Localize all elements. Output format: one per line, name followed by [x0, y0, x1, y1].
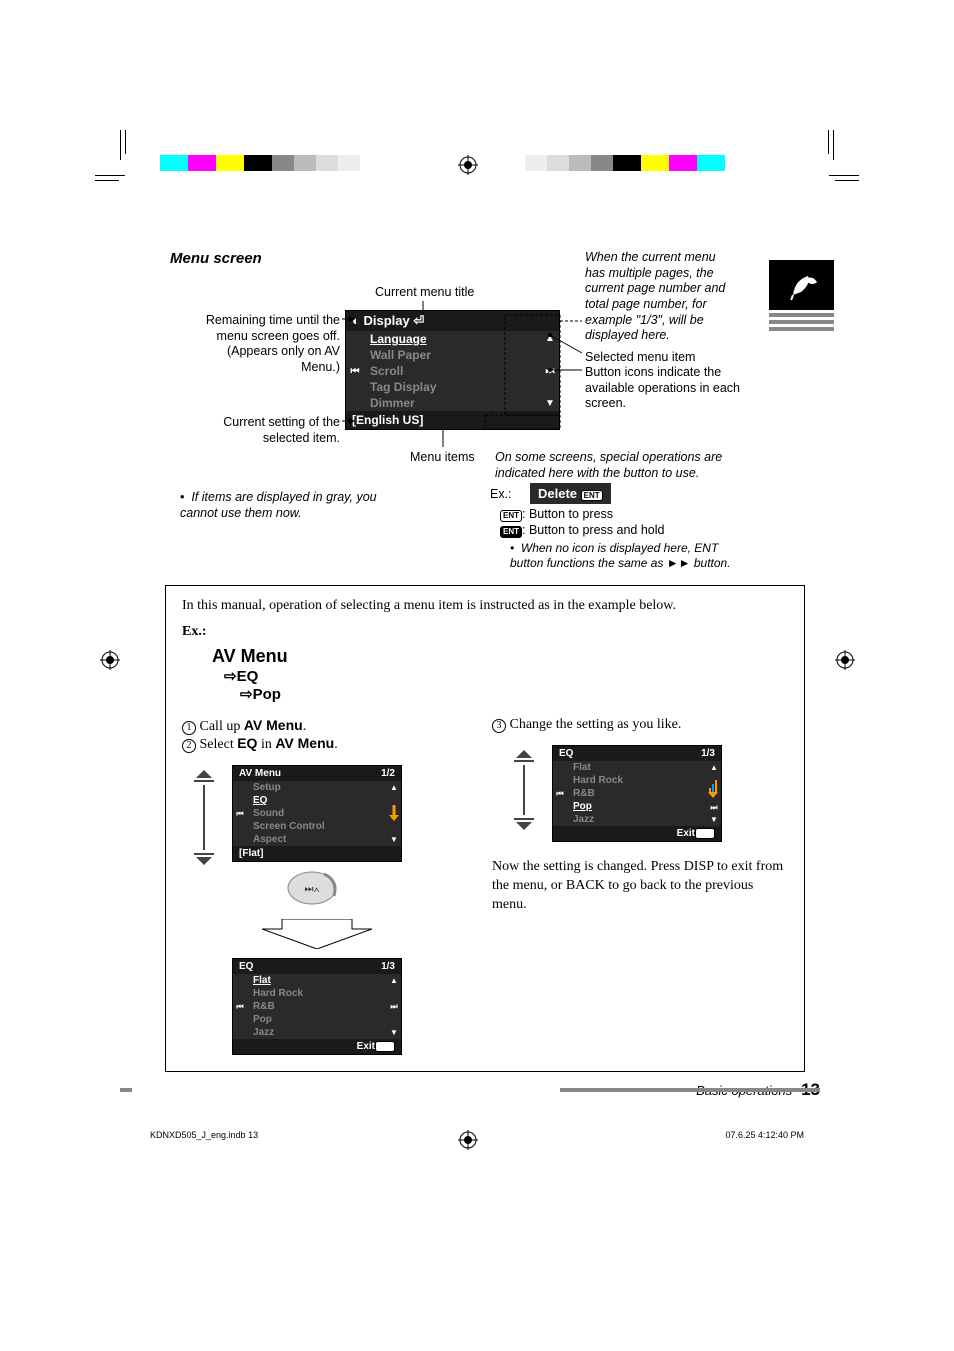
- menu-item-language: Language: [364, 331, 541, 347]
- ent-hold: ENT: Button to press and hold: [500, 523, 664, 539]
- scroll-indicator-2: [510, 750, 538, 835]
- callout-gray-note: • If items are displayed in gray, you ca…: [180, 490, 380, 521]
- menu-item-dimmer: Dimmer: [364, 395, 541, 411]
- big-down-arrow: [262, 919, 462, 954]
- instruction-box: In this manual, operation of selecting a…: [165, 585, 805, 1072]
- display-menu: ◐ Display ⏎ ⏮ Language Wall Paper Scroll…: [345, 310, 560, 430]
- down-arrow-icon: [389, 805, 399, 823]
- ent-press: ENT: Button to press: [500, 507, 613, 523]
- callout-remaining: Remaining time until the menu screen goe…: [185, 313, 340, 376]
- colorbar-right: [525, 155, 725, 171]
- ex-label: Ex.:: [490, 487, 512, 503]
- menu-item-tagdisplay: Tag Display: [364, 379, 541, 395]
- no-icon-note: • When no icon is displayed here, ENT bu…: [510, 541, 740, 571]
- callout-selected-item: Selected menu item: [585, 350, 695, 366]
- callout-button-icons: Button icons indicate the available oper…: [585, 365, 740, 412]
- path-pop: Pop: [253, 686, 281, 703]
- menu-item-scroll: Scroll: [364, 363, 541, 379]
- result-text: Now the setting is changed. Press DISP t…: [492, 858, 788, 915]
- callout-current-menu-title: Current menu title: [375, 285, 474, 301]
- path-eq: EQ: [237, 668, 259, 685]
- registration-mark-bottom: [458, 1130, 478, 1150]
- leaf-icon: [769, 260, 834, 310]
- side-tab: [769, 260, 834, 331]
- footer-timestamp: 07.6.25 4:12:40 PM: [725, 1130, 804, 1140]
- step-2: 2 Select EQ in AV Menu.: [182, 735, 462, 753]
- path-avmenu: AV Menu: [212, 646, 788, 667]
- footer-bar: [560, 1088, 820, 1092]
- colorbar-left: [160, 155, 360, 171]
- menu-item-wallpaper: Wall Paper: [364, 347, 541, 363]
- callout-special-ops: On some screens, special operations are …: [495, 450, 745, 481]
- registration-mark-left: [100, 650, 120, 670]
- avmenu-screen: AV Menu1/2 ⏮ Setup EQ Sound Screen Contr…: [232, 765, 402, 862]
- eq-bars-icon: [708, 774, 720, 800]
- remote-button-icon: ⏭∧: [282, 870, 462, 911]
- step-1: 1 Call up AV Menu.: [182, 717, 462, 735]
- scroll-indicator: [190, 770, 218, 870]
- eq-screen-1: EQ1/3 ⏮ Flat Hard Rock R&B Pop Jazz ▲⏭▼: [232, 958, 402, 1055]
- callout-menu-items: Menu items: [410, 450, 475, 466]
- footer-indb: KDNXD505_J_eng.indb 13: [150, 1130, 258, 1140]
- registration-mark-top: [458, 155, 478, 175]
- registration-mark-right: [835, 650, 855, 670]
- svg-text:⏭∧: ⏭∧: [304, 884, 319, 895]
- eq-screen-2: EQ1/3 ⏮ Flat Hard Rock R&B Pop Jazz: [552, 745, 722, 842]
- callout-multipage: When the current menu has multiple pages…: [585, 250, 735, 344]
- callout-current-setting: Current setting of the selected item.: [205, 415, 340, 446]
- ex-label-2: Ex.:: [182, 624, 788, 640]
- step-3: 3 Change the setting as you like.: [492, 717, 788, 733]
- display-menu-title: Display: [363, 313, 409, 328]
- section-title: Menu screen: [170, 250, 262, 267]
- instruction-intro: In this manual, operation of selecting a…: [182, 598, 788, 614]
- delete-badge: Delete ENT: [530, 483, 611, 504]
- display-menu-setting: [English US]: [352, 413, 423, 427]
